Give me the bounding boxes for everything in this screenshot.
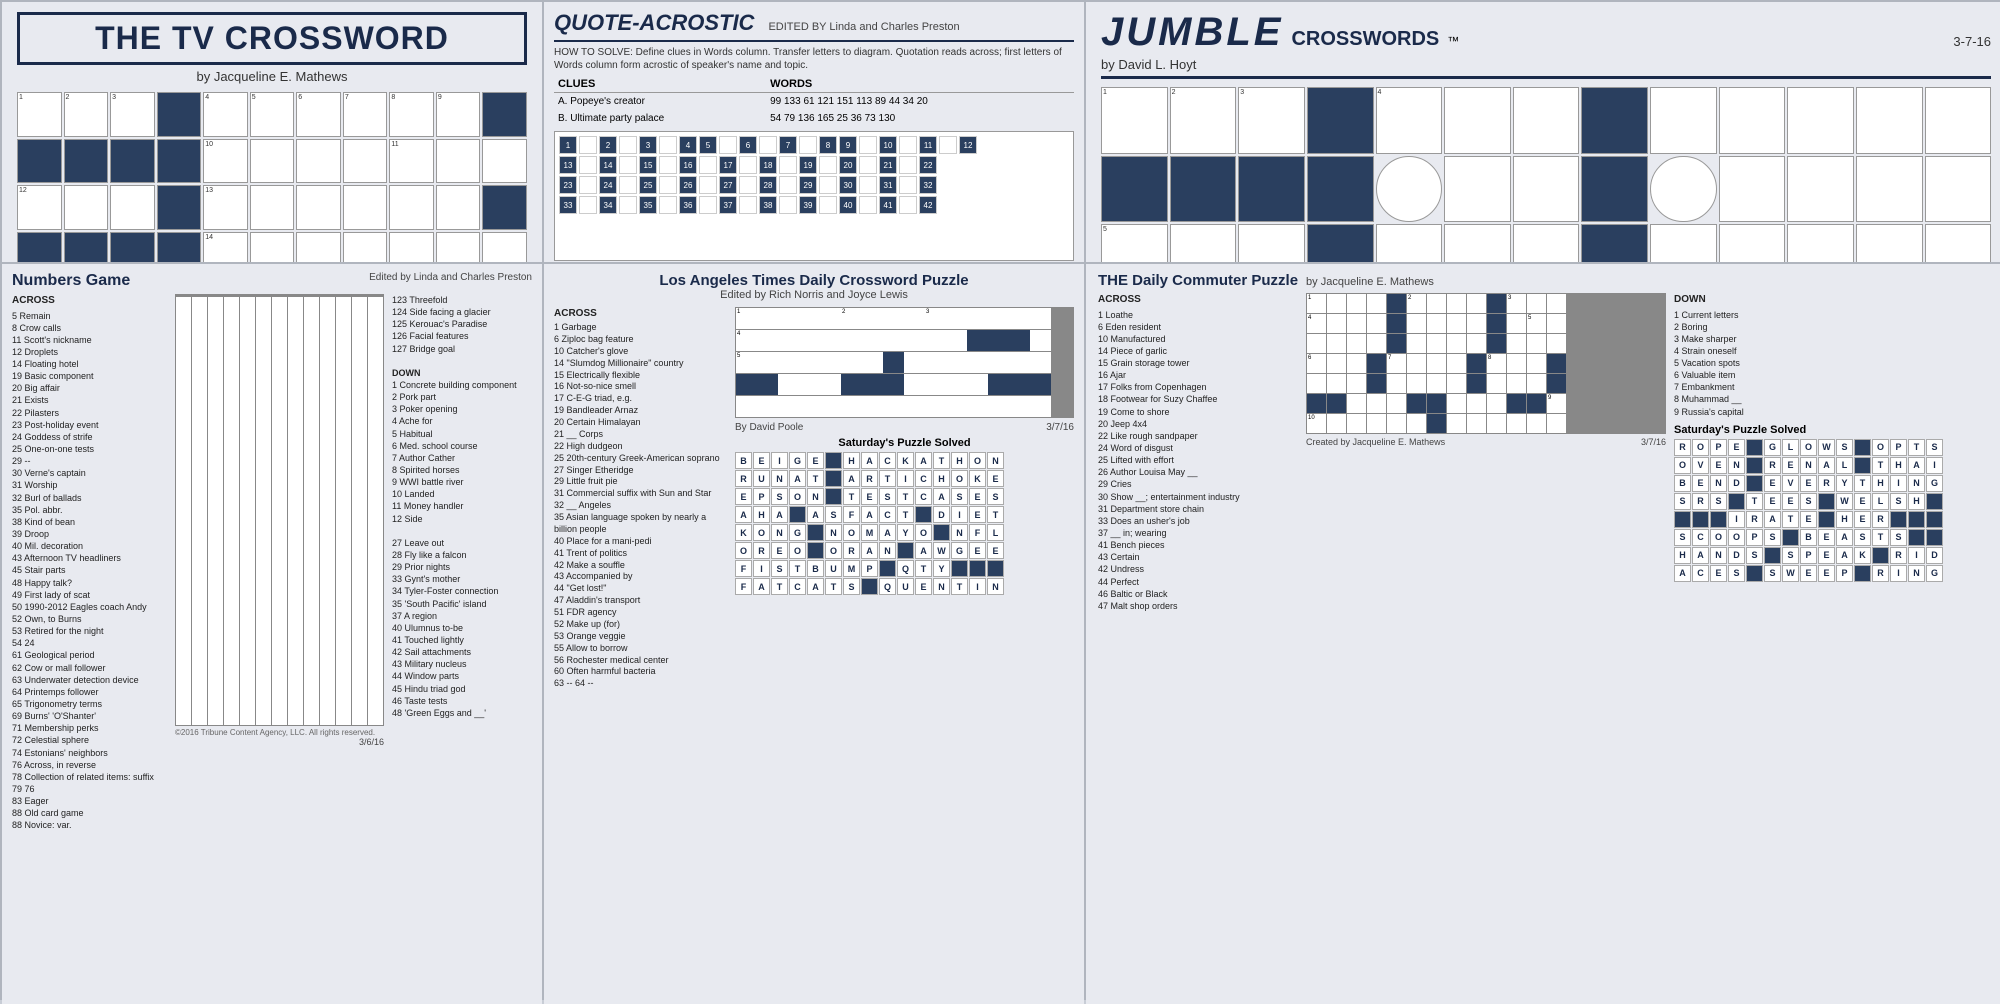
tv-cell-black (157, 139, 202, 184)
jumble-title: JUMBLE (1101, 10, 1283, 55)
dc-across-title: ACROSS (1098, 293, 1298, 307)
tv-cell[interactable] (436, 139, 481, 184)
tv-cell[interactable]: 1 (17, 92, 62, 137)
la-date: 3/7/16 (1046, 422, 1074, 433)
tv-cell[interactable] (250, 139, 295, 184)
numbers-grid: ©2016 Tribune Content Agency, LLC. All r… (175, 294, 384, 978)
la-across-title: ACROSS (554, 307, 729, 320)
dc-title: THE Daily Commuter Puzzle (1098, 272, 1298, 289)
la-grid-area: 1 2 3 4 (735, 307, 1074, 981)
la-solved-grid: BEIGEHACKATHONRUNATARTICHOKEEPSONTESTCAS… (735, 452, 1074, 595)
qa-title: QUOTE-ACROSTIC (554, 10, 754, 36)
qa-clues-header: CLUES (554, 76, 766, 93)
tv-cell-black (482, 92, 527, 137)
daily-commuter-panel: THE Daily Commuter Puzzle by Jacqueline … (1086, 264, 2000, 1004)
la-crossword-panel: Los Angeles Times Daily Crossword Puzzle… (544, 264, 1084, 1004)
la-crossword-title: Los Angeles Times Daily Crossword Puzzle (554, 272, 1074, 289)
tv-cell[interactable] (389, 232, 434, 262)
dc-solved-grid: ROPEGLOWSOPTSOVENRENALTHAIBENDEVERYTHING… (1674, 439, 1994, 582)
tv-cell[interactable] (250, 185, 295, 230)
ng-copyright: ©2016 Tribune Content Agency, LLC. All r… (175, 728, 384, 737)
qa-words-header: WORDS (766, 76, 1074, 93)
tv-cell-black (17, 139, 62, 184)
qa-table: CLUES WORDS A. Popeye's creator 99 133 6… (554, 76, 1074, 127)
jumble-trademark: ™ (1447, 34, 1459, 48)
dc-date: 3/7/16 (1641, 437, 1666, 447)
numbers-game-edited: Edited by Linda and Charles Preston (369, 272, 532, 290)
tv-cell-black (157, 185, 202, 230)
qa-clue-b: B. Ultimate party palace (554, 110, 766, 127)
tv-cell[interactable] (110, 185, 155, 230)
jumble-byline: by David L. Hoyt (1101, 57, 1459, 72)
qa-edited-by: EDITED BY Linda and Charles Preston (768, 21, 959, 33)
dc-byline: by Jacqueline E. Mathews (1306, 276, 1434, 288)
dc-across-clues: ACROSS 1 Loathe6 Eden resident10 Manufac… (1098, 293, 1298, 987)
tv-cell[interactable]: 2 (64, 92, 109, 137)
tv-crossword-panel: THE TV CROSSWORD by Jacqueline E. Mathew… (2, 2, 542, 262)
tv-cell-black (64, 232, 109, 262)
tv-cell[interactable]: 10 (203, 139, 248, 184)
la-solved-title: Saturday's Puzzle Solved (735, 437, 1074, 449)
dc-grid: 1 2 3 4 (1306, 293, 1666, 987)
tv-cell-black (157, 232, 202, 262)
numbers-game-panel: Numbers Game Edited by Linda and Charles… (2, 264, 542, 1004)
numbers-game-title: Numbers Game (12, 272, 130, 290)
tv-cell[interactable]: 13 (203, 185, 248, 230)
tv-cell[interactable] (250, 232, 295, 262)
dc-right-panel: DOWN 1 Current letters2 Boring3 Make sha… (1674, 293, 1994, 987)
tv-cell[interactable]: 3 (110, 92, 155, 137)
tv-cell[interactable] (436, 185, 481, 230)
la-across-clues: ACROSS 1 Garbage6 Ziploc bag feature10 C… (554, 307, 729, 981)
tv-cell[interactable]: 7 (343, 92, 388, 137)
tv-cell[interactable]: 6 (296, 92, 341, 137)
quote-acrostic-panel: QUOTE-ACROSTIC EDITED BY Linda and Charl… (544, 2, 1084, 262)
jumble-panel: JUMBLE CROSSWORDS ™ by David L. Hoyt 3-7… (1086, 2, 2000, 262)
tv-cell[interactable]: 11 (389, 139, 434, 184)
tv-cell[interactable] (64, 185, 109, 230)
ng-date: 3/6/16 (175, 737, 384, 747)
tv-cell-black (110, 139, 155, 184)
la-saturday-solved: Saturday's Puzzle Solved BEIGEHACKATHONR… (735, 437, 1074, 595)
tv-cell-black (17, 232, 62, 262)
qa-instructions: HOW TO SOLVE: Define clues in Words colu… (554, 46, 1074, 72)
qa-clue-a-numbers: 99 133 61 121 151 113 89 44 34 20 (766, 93, 1074, 111)
tv-cell[interactable] (296, 139, 341, 184)
jumble-date: 3-7-16 (1953, 34, 1991, 49)
tv-cell[interactable]: 9 (436, 92, 481, 137)
tv-cell[interactable] (482, 232, 527, 262)
numbers-across-clues: ACROSS 5 Remain8 Crow calls11 Scott's ni… (12, 294, 167, 978)
dc-down-title: DOWN (1674, 293, 1994, 307)
tv-cell[interactable] (436, 232, 481, 262)
tv-cell[interactable] (343, 139, 388, 184)
tv-cell[interactable]: 12 (17, 185, 62, 230)
dc-created-by: Created by Jacqueline E. Mathews (1306, 437, 1445, 447)
tv-cell[interactable]: 4 (203, 92, 248, 137)
la-edited-by: Edited by Rich Norris and Joyce Lewis (554, 289, 1074, 301)
qa-clue-b-numbers: 54 79 136 165 25 36 73 130 (766, 110, 1074, 127)
ng-across-title: ACROSS (12, 294, 167, 308)
la-author: By David Poole (735, 422, 803, 433)
tv-cell[interactable] (343, 232, 388, 262)
qa-grid: 1 2 3 4 5 6 7 8 9 10 11 12 (554, 131, 1074, 261)
tv-cell[interactable] (296, 232, 341, 262)
tv-cell-black (110, 232, 155, 262)
jumble-subtitle: CROSSWORDS (1291, 28, 1439, 51)
dc-down-clues: DOWN 1 Current letters2 Boring3 Make sha… (1674, 293, 1994, 418)
tv-cell[interactable]: 8 (389, 92, 434, 137)
tv-crossword-byline: by Jacqueline E. Mathews (17, 69, 527, 84)
qa-clue-a: A. Popeye's creator (554, 93, 766, 111)
tv-cell-black (482, 185, 527, 230)
numbers-down-clues: 123 Threefold124 Side facing a glacier12… (392, 294, 532, 978)
dc-solved-title: Saturday's Puzzle Solved (1674, 424, 1994, 436)
tv-cell[interactable] (296, 185, 341, 230)
dc-saturday-solved: Saturday's Puzzle Solved ROPEGLOWSOPTSOV… (1674, 424, 1994, 582)
tv-cell[interactable] (343, 185, 388, 230)
tv-cell[interactable]: 5 (250, 92, 295, 137)
tv-cell[interactable]: 14 (203, 232, 248, 262)
tv-cell-black (157, 92, 202, 137)
tv-cell[interactable] (482, 139, 527, 184)
tv-cell[interactable] (389, 185, 434, 230)
tv-cell-black (64, 139, 109, 184)
tv-crossword-title: THE TV CROSSWORD (17, 12, 527, 65)
